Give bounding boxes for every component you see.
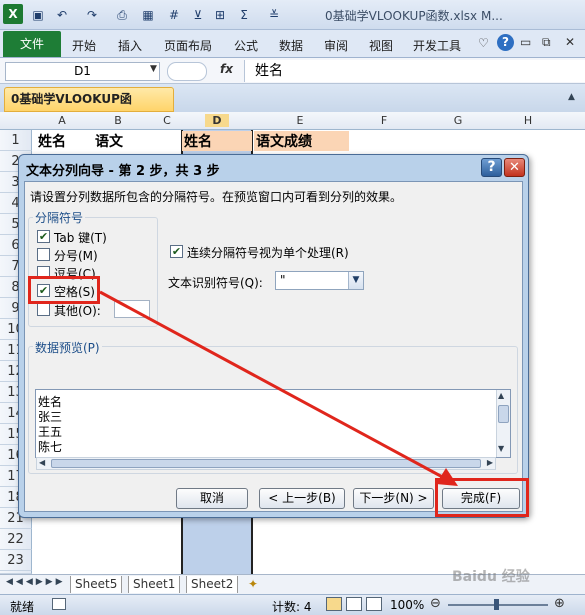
watermark: Baidu 经验: [452, 569, 530, 585]
annotation-arrow: [99, 290, 458, 486]
